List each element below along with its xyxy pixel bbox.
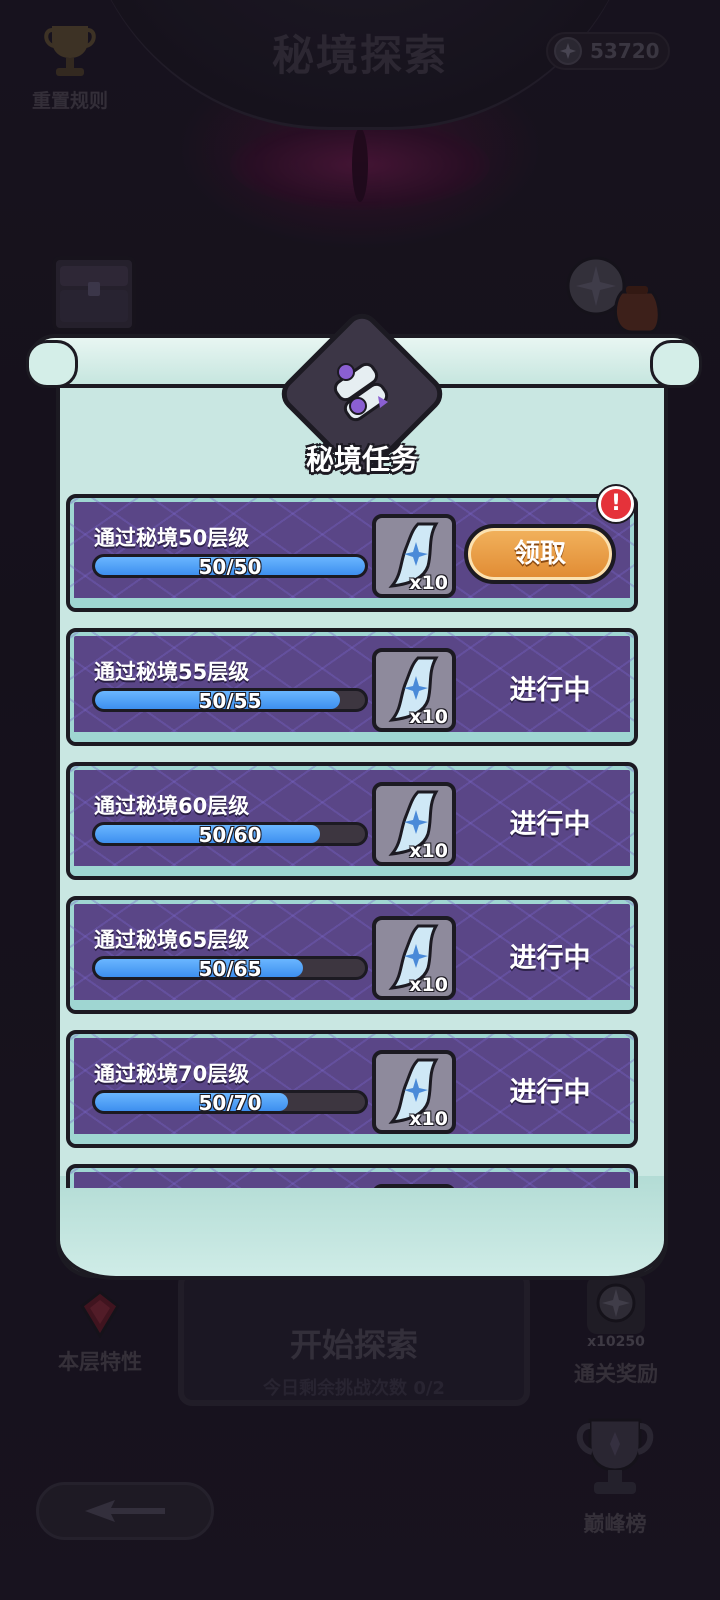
status-label: 进行中 <box>509 809 591 840</box>
reward-qty: x10 <box>409 706 448 728</box>
reward-slot[interactable]: x10 <box>372 916 456 1000</box>
task-row: 通过秘境65层级 50/65 x10 进行中 <box>66 896 638 1014</box>
progress-text: 50/60 <box>198 823 262 846</box>
progress-text: 50/70 <box>198 1091 262 1114</box>
progress-bar: 50/65 <box>92 956 368 980</box>
reward-slot[interactable]: x10 <box>372 514 456 598</box>
scroll-bottom-curl <box>56 1176 668 1280</box>
task-title: 通过秘境60层级 <box>94 794 250 818</box>
task-row <box>66 1164 638 1188</box>
progress-bar: 50/55 <box>92 688 368 712</box>
task-row: 通过秘境55层级 50/55 x10 进行中 <box>66 628 638 746</box>
progress-bar: 50/60 <box>92 822 368 846</box>
progress-text: 50/65 <box>198 957 262 980</box>
reward-qty: x10 <box>409 1108 448 1130</box>
reward-qty: x10 <box>409 974 448 996</box>
task-scroll-popup: 秘境任务 通过秘境50层级 50/50 x10 领取 通过秘境55层级 50/5… <box>24 306 702 1288</box>
task-title: 通过秘境50层级 <box>94 526 250 550</box>
reward-slot[interactable]: x10 <box>372 782 456 866</box>
task-row: 通过秘境70层级 50/70 x10 进行中 <box>66 1030 638 1148</box>
popup-title: 秘境任务 <box>305 443 418 476</box>
task-row: 通过秘境50层级 50/50 x10 领取 <box>66 494 638 612</box>
task-list[interactable]: 通过秘境50层级 50/50 x10 领取 通过秘境55层级 50/55 x10… <box>66 494 658 1188</box>
progress-text: 50/50 <box>198 555 262 578</box>
reward-qty: x10 <box>409 572 448 594</box>
reward-slot[interactable]: x10 <box>372 648 456 732</box>
status-label: 进行中 <box>509 675 591 706</box>
reward-qty: x10 <box>409 840 448 862</box>
task-title: 通过秘境55层级 <box>94 660 250 684</box>
alert-badge: ! <box>598 486 634 522</box>
progress-bar: 50/50 <box>92 554 368 578</box>
progress-bar: 50/70 <box>92 1090 368 1114</box>
task-title: 通过秘境70层级 <box>94 1062 250 1086</box>
task-title: 通过秘境65层级 <box>94 928 250 952</box>
task-row: 通过秘境60层级 50/60 x10 进行中 <box>66 762 638 880</box>
claim-button[interactable]: 领取 <box>464 524 616 584</box>
progress-text: 50/55 <box>198 689 262 712</box>
status-label: 进行中 <box>509 1077 591 1108</box>
reward-slot[interactable]: x10 <box>372 1050 456 1134</box>
status-label: 进行中 <box>509 943 591 974</box>
reward-slot[interactable] <box>372 1184 456 1188</box>
scroll-emblem-icon <box>324 344 404 434</box>
